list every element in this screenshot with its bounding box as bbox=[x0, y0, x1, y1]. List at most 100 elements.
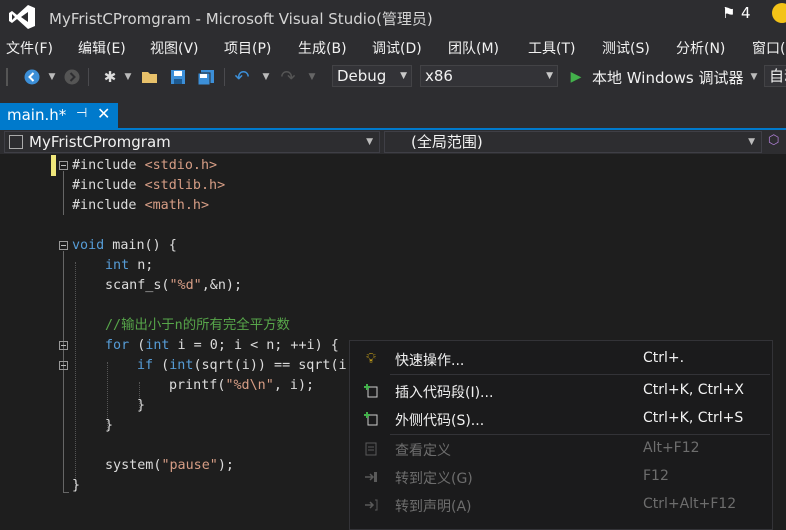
menu-item-peek-definition[interactable]: 查看定义 Alt+F12 bbox=[350, 435, 772, 463]
pin-icon[interactable]: ⊣ bbox=[76, 106, 87, 121]
member-icon[interactable]: ⬡ bbox=[768, 134, 782, 148]
code-line[interactable]: #include <math.h> bbox=[72, 196, 209, 216]
include-path: <math.h> bbox=[144, 198, 210, 213]
code-text: , i); bbox=[273, 378, 315, 393]
string-literal: "%d\n" bbox=[225, 378, 274, 393]
chevron-down-icon: ▼ bbox=[400, 71, 407, 81]
toolbar: ▼ ✱ ▼ ↶ ▼ ↷ ▼ Debug ▼ x86 ▼ ▶ 本地 Windows… bbox=[0, 60, 786, 94]
code-text: ); bbox=[217, 458, 234, 473]
menu-tools[interactable]: 工具(T) bbox=[528, 38, 575, 58]
back-icon[interactable] bbox=[22, 67, 42, 87]
debug-target-dropdown-icon[interactable]: ▼ bbox=[744, 67, 764, 87]
redo-icon[interactable]: ↷ bbox=[278, 67, 298, 88]
scope-select[interactable]: (全局范围) ▼ bbox=[384, 131, 762, 153]
include-path: <stdlib.h> bbox=[144, 178, 226, 193]
code-line[interactable]: system("pause"); bbox=[105, 456, 234, 476]
code-line[interactable]: //输出小于n的所有完全平方数 bbox=[105, 316, 290, 336]
tab-label[interactable]: main.h* bbox=[7, 106, 66, 124]
start-debug-button[interactable]: 本地 Windows 调试器 bbox=[592, 67, 744, 88]
smiley-icon[interactable] bbox=[772, 3, 786, 23]
code-line[interactable]: } bbox=[105, 416, 113, 436]
flag-icon[interactable]: ⚑ bbox=[722, 4, 735, 22]
save-all-icon[interactable] bbox=[196, 67, 216, 87]
start-debug-icon[interactable]: ▶ bbox=[566, 67, 586, 87]
code-line[interactable]: int n; bbox=[105, 256, 153, 276]
menu-item-insert-snippet[interactable]: 插入代码段(I)... Ctrl+K, Ctrl+X bbox=[350, 377, 772, 405]
undo-icon[interactable]: ↶ bbox=[232, 67, 252, 88]
indent-guide bbox=[75, 262, 76, 492]
fold-guide bbox=[63, 251, 64, 493]
navigation-bar: MyFristCPromgram ▼ (全局范围) ▼ ⬡ bbox=[0, 130, 786, 154]
code-text: n; bbox=[129, 258, 154, 273]
project-select[interactable]: MyFristCPromgram ▼ bbox=[4, 131, 380, 153]
go-to-definition-icon bbox=[362, 468, 380, 486]
menu-view[interactable]: 视图(V) bbox=[150, 38, 199, 58]
string-literal: "pause" bbox=[161, 458, 218, 473]
menu-item-surround-with[interactable]: 外侧代码(S)... Ctrl+K, Ctrl+S bbox=[350, 405, 772, 433]
vs-logo-icon bbox=[9, 5, 35, 29]
code-line[interactable]: scanf_s("%d",&n); bbox=[105, 276, 242, 296]
collapse-toggle-icon[interactable] bbox=[59, 361, 68, 370]
menu-item-label: 外侧代码(S)... bbox=[395, 413, 485, 429]
code-line[interactable]: } bbox=[72, 476, 80, 496]
code-text: system( bbox=[105, 458, 162, 473]
keyword: for bbox=[105, 338, 130, 353]
back-dropdown-icon[interactable]: ▼ bbox=[42, 67, 62, 87]
menu-item-go-to-definition[interactable]: 转到定义(G) F12 bbox=[350, 463, 772, 491]
notification-count[interactable]: 4 bbox=[741, 4, 751, 22]
comment: //输出小于n的所有完全平方数 bbox=[105, 318, 290, 333]
menu-team[interactable]: 团队(M) bbox=[448, 38, 499, 58]
menu-item-shortcut: Ctrl+K, Ctrl+X bbox=[643, 382, 744, 398]
chevron-down-icon: ▼ bbox=[546, 71, 553, 81]
menu-file[interactable]: 文件(F) bbox=[6, 38, 53, 58]
code-line[interactable]: printf("%d\n", i); bbox=[169, 376, 314, 396]
fold-guide-end bbox=[63, 492, 69, 493]
menu-debug[interactable]: 调试(D) bbox=[372, 38, 422, 58]
auto-combo[interactable]: 自动 bbox=[764, 65, 786, 87]
code-line[interactable]: for (int i = 0; i < n; ++i) { bbox=[105, 336, 339, 356]
menu-item-label: 转到声明(A) bbox=[395, 499, 472, 515]
insert-snippet-icon bbox=[362, 382, 380, 400]
collapse-toggle-icon[interactable] bbox=[59, 341, 68, 350]
menu-item-go-to-declaration[interactable]: 转到声明(A) Ctrl+Alt+F12 bbox=[350, 491, 772, 519]
open-file-icon[interactable] bbox=[140, 67, 160, 87]
fold-guide bbox=[63, 171, 64, 215]
collapse-toggle-icon[interactable] bbox=[59, 241, 68, 250]
include-path: <stdio.h> bbox=[144, 158, 218, 173]
forward-icon[interactable] bbox=[62, 67, 82, 87]
collapse-toggle-icon[interactable] bbox=[59, 161, 68, 170]
menu-build[interactable]: 生成(B) bbox=[298, 38, 347, 58]
code-text: i = 0; i < n; ++i) { bbox=[169, 338, 339, 353]
code-line[interactable]: } bbox=[137, 396, 145, 416]
solution-platform-select[interactable]: x86 ▼ bbox=[420, 65, 558, 87]
lightbulb-icon: 💡︎ bbox=[366, 351, 376, 367]
preprocessor: #include bbox=[72, 198, 145, 213]
close-icon[interactable]: ✕ bbox=[97, 104, 110, 123]
code-text: scanf_s( bbox=[105, 278, 170, 293]
undo-dropdown-icon[interactable]: ▼ bbox=[256, 67, 276, 87]
code-text: (sqrt(i)) == sqrt(i) bbox=[193, 358, 355, 373]
redo-dropdown-icon[interactable]: ▼ bbox=[302, 67, 322, 87]
string-literal: "%d" bbox=[169, 278, 202, 293]
context-menu: 💡︎ 快速操作... Ctrl+. 插入代码段(I)... Ctrl+K, Ct… bbox=[349, 340, 773, 530]
code-line[interactable]: void main() { bbox=[72, 236, 177, 256]
menu-item-quick-actions[interactable]: 💡︎ 快速操作... Ctrl+. bbox=[350, 345, 772, 373]
menu-bar: 文件(F) 编辑(E) 视图(V) 项目(P) 生成(B) 调试(D) 团队(M… bbox=[0, 34, 786, 60]
code-line[interactable]: #include <stdio.h> bbox=[72, 156, 217, 176]
editor-gutter bbox=[0, 154, 52, 526]
menu-test[interactable]: 测试(S) bbox=[602, 38, 650, 58]
save-icon[interactable] bbox=[168, 67, 188, 87]
menu-edit[interactable]: 编辑(E) bbox=[78, 38, 126, 58]
menu-item-label: 插入代码段(I)... bbox=[395, 385, 494, 401]
auto-combo-value: 自动 bbox=[769, 67, 786, 85]
keyword: int bbox=[145, 338, 170, 353]
menu-window[interactable]: 窗口( bbox=[752, 38, 785, 58]
new-project-icon[interactable]: ✱ bbox=[100, 67, 120, 87]
new-dropdown-icon[interactable]: ▼ bbox=[118, 67, 138, 87]
solution-configuration-select[interactable]: Debug ▼ bbox=[332, 65, 412, 87]
menu-project[interactable]: 项目(P) bbox=[224, 38, 271, 58]
code-line[interactable]: #include <stdlib.h> bbox=[72, 176, 225, 196]
menu-analyze[interactable]: 分析(N) bbox=[676, 38, 725, 58]
scope-name: (全局范围) bbox=[411, 133, 483, 151]
code-line[interactable]: if (int(sqrt(i)) == sqrt(i) bbox=[137, 356, 355, 376]
